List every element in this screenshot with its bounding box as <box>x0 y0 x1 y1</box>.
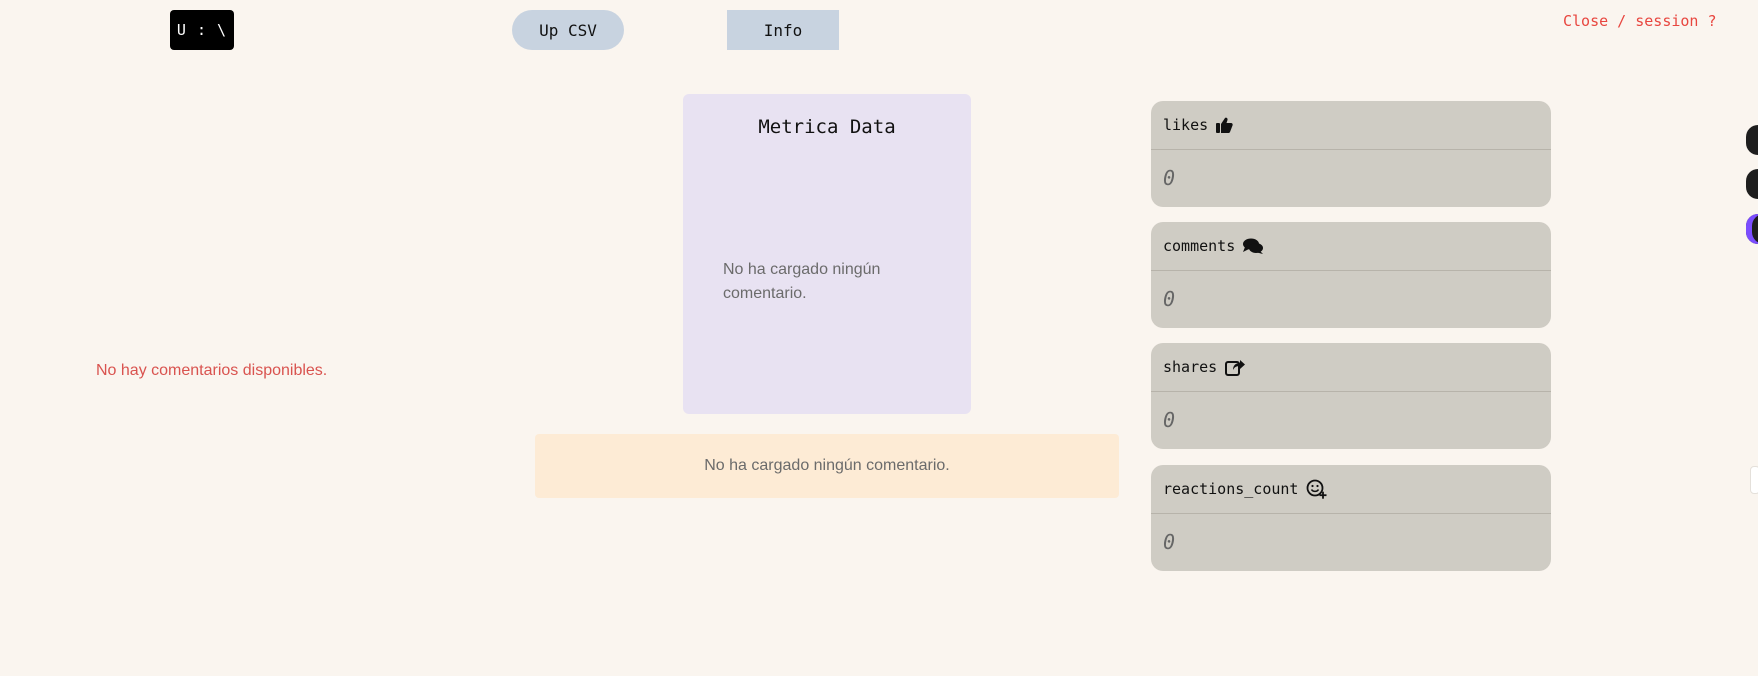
stat-label: reactions_count <box>1163 480 1299 498</box>
info-button[interactable]: Info <box>727 10 839 50</box>
share-icon <box>1225 359 1246 376</box>
stat-card-likes: likes 0 <box>1151 101 1551 207</box>
floating-action-button[interactable] <box>1746 125 1758 155</box>
comments-icon <box>1243 238 1264 254</box>
close-session-link[interactable]: Close / session ? <box>1563 12 1717 30</box>
stat-label: likes <box>1163 116 1209 134</box>
metric-card-empty-message: No ha cargado ningún comentario. <box>723 261 881 302</box>
upload-csv-button[interactable]: Up CSV <box>512 10 624 50</box>
side-drawer-handle[interactable] <box>1750 466 1758 494</box>
stat-card-header: reactions_count <box>1151 465 1551 514</box>
app-logo[interactable]: U : \ <box>170 10 234 50</box>
stat-value: 0 <box>1163 530 1176 554</box>
stat-value: 0 <box>1163 408 1176 432</box>
stat-label: comments <box>1163 237 1236 255</box>
smile-plus-icon <box>1306 479 1328 499</box>
empty-comments-alert: No ha cargado ningún comentario. <box>535 434 1119 498</box>
thumbs-up-icon <box>1216 117 1233 133</box>
stat-card-header: shares <box>1151 343 1551 392</box>
stat-value: 0 <box>1163 166 1176 190</box>
no-comments-message: No hay comentarios disponibles. <box>96 362 328 379</box>
stat-card-shares: shares 0 <box>1151 343 1551 449</box>
floating-action-button[interactable] <box>1746 169 1758 199</box>
floating-action-button[interactable] <box>1746 214 1758 244</box>
metric-card-title: Metrica Data <box>758 116 896 138</box>
alert-message: No ha cargado ningún comentario. <box>704 457 950 474</box>
stat-card-reactions-count: reactions_count 0 <box>1151 465 1551 571</box>
stat-card-comments: comments 0 <box>1151 222 1551 328</box>
metric-data-card: Metrica Data No ha cargado ningún coment… <box>683 94 971 414</box>
stat-card-header: comments <box>1151 222 1551 271</box>
stat-label: shares <box>1163 358 1218 376</box>
stat-card-header: likes <box>1151 101 1551 150</box>
stat-value: 0 <box>1163 287 1176 311</box>
